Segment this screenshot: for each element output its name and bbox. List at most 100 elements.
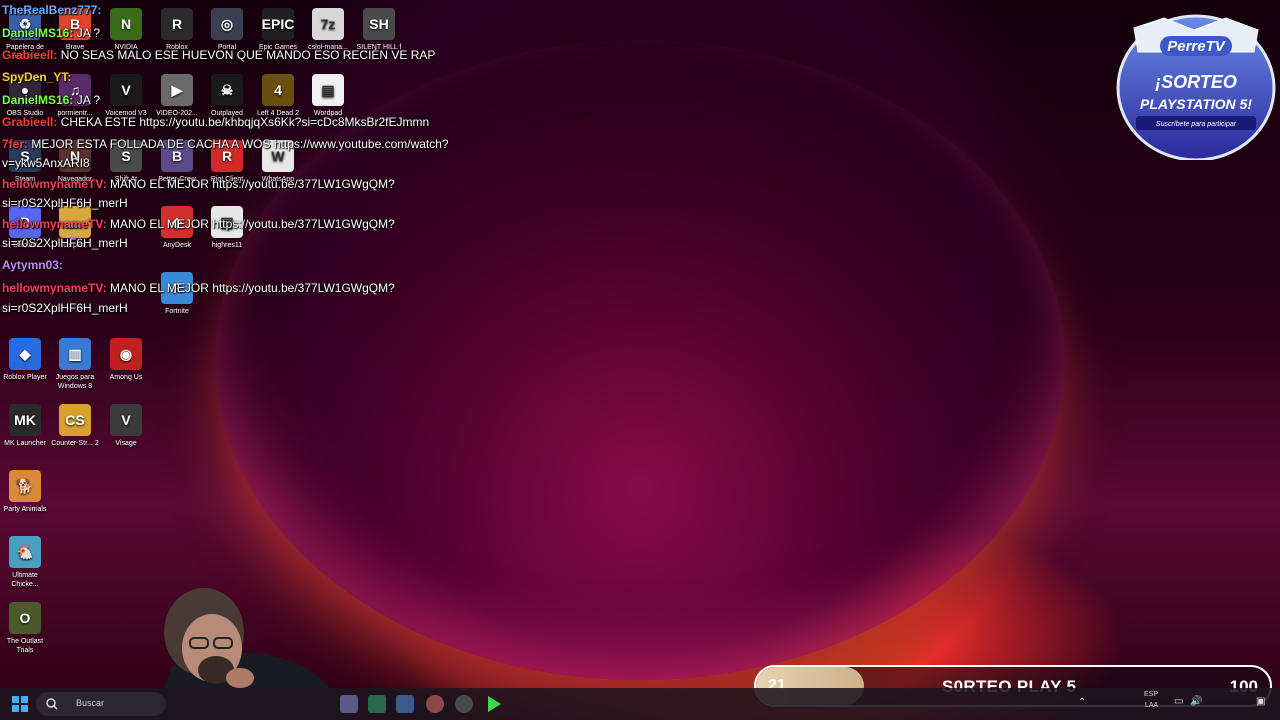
desktop-icon-portal[interactable]: ◎ Portal [202, 8, 252, 52]
desktop-icon-label: Fortnite [165, 308, 189, 315]
chat-text: MANO EL MEJOR https://youtu.be/377LW1GWg… [110, 177, 395, 191]
chat-username: TheRealBenz777: [2, 3, 102, 17]
video-icon: ▶ [161, 74, 193, 106]
desktop-icon-roblox[interactable]: R Roblox [152, 8, 202, 52]
party-icon: 🐕 [9, 470, 41, 502]
chat-text: NO SEAS MALO ESE HUEVON QUE MANDO ESO RE… [60, 48, 436, 62]
desktop-icon-amongus[interactable]: ◉ Among Us [101, 338, 151, 382]
chat-message: DanielMS16: JA ? [2, 93, 100, 107]
desktop-icon-label: AnyDesk [162, 242, 191, 249]
badge-sub: Suscríbete para participar [1156, 121, 1237, 128]
windows-start-icon[interactable] [12, 696, 28, 712]
badge-line2: PLAYSTATION 5! [1140, 96, 1252, 112]
nvidia-icon: N [110, 8, 142, 40]
desktop-icon-mk[interactable]: MK MK Launcher [0, 404, 50, 448]
chat-username: Grabieell: [2, 115, 61, 129]
desktop-icon-label: Visage [115, 440, 137, 447]
chat-username: hellowmynameTV: [2, 217, 111, 231]
desktop-icon-label: Party Animals [3, 506, 47, 513]
desktop-icon-voicemod[interactable]: V Voicemod V3 [101, 74, 151, 118]
taskbar-app-icon[interactable] [368, 695, 386, 713]
tray-chevron-up-icon[interactable]: ⌃ [1078, 697, 1086, 708]
chat-text: JA ? [76, 93, 101, 107]
visage-icon: V [110, 404, 142, 436]
desktop-icon-label: Counter-Str... 2 [51, 440, 99, 447]
wallpaper-glow [215, 40, 1065, 680]
chat-text: MANO EL MEJOR https://youtu.be/377LW1GWg… [110, 217, 395, 231]
chat-text: v=ykw5AnxARI8 [2, 156, 90, 170]
taskbar-app-icon[interactable] [340, 695, 358, 713]
chat-message: Aytymn03: [2, 258, 63, 272]
desktop-icon-7z[interactable]: 7z cslol-mana... [303, 8, 353, 52]
desktop-icon-nvidia[interactable]: N NVIDIA [101, 8, 151, 52]
tray-language[interactable]: ESP [1144, 691, 1158, 698]
desktop-icon-outlast[interactable]: O The Outlast Trials [0, 602, 50, 655]
desktop-icon-label: highres11 [211, 242, 243, 249]
7z-icon: 7z [312, 8, 344, 40]
desktop-icon-outplayed[interactable]: ☠ Outplayed [202, 74, 252, 118]
chat-message: TheRealBenz777: [2, 3, 101, 17]
tray-network-icon[interactable]: ▭ [1174, 696, 1183, 707]
desktop-icon-silent[interactable]: SH SILENT HILL f [354, 8, 404, 52]
desktop-icon-label: Ultimate Chicke... [11, 572, 39, 588]
chat-message: hellowmynameTV: MANO EL MEJOR https://yo… [2, 217, 395, 231]
search-placeholder: Buscar [76, 698, 105, 708]
chat-text: CHEKA ESTE https://youtu.be/khbqjqXs6Kk?… [60, 115, 430, 129]
taskbar-search[interactable]: Buscar [36, 692, 166, 716]
desktop-icon-cs2[interactable]: CS Counter-Str... 2 [50, 404, 100, 448]
chat-message: hellowmynameTV: MANO EL MEJOR https://yo… [2, 177, 395, 191]
roblox-icon: R [161, 8, 193, 40]
chat-message: si=r0S2XplHF6H_merH [2, 196, 128, 210]
chat-username: Aytymn03: [2, 258, 63, 272]
tray-volume-icon[interactable]: 🔊 [1190, 696, 1202, 707]
chat-username: hellowmynameTV: [2, 281, 111, 295]
l4d2-icon: 4 [262, 74, 294, 106]
robloxplayer-icon: ◆ [9, 338, 41, 370]
mk-icon: MK [9, 404, 41, 436]
chat-message: si=r0S2XplHF6H_merH [2, 236, 128, 250]
badge-line1: ¡SORTEO [1155, 72, 1237, 92]
taskbar-steam-icon[interactable] [396, 695, 414, 713]
desktop-icon-wordpad[interactable]: ▤ Wordpad [303, 74, 353, 118]
chat-text: JA ? [76, 26, 101, 40]
amongus-icon: ◉ [110, 338, 142, 370]
desktop-icon-video[interactable]: ▶ VIDEO-202... [152, 74, 202, 118]
taskbar-app-icon[interactable] [426, 695, 444, 713]
chat-username: DanielMS16: [2, 26, 77, 40]
chat-message: Grabieell: CHEKA ESTE https://youtu.be/k… [2, 115, 429, 129]
outplayed-icon: ☠ [211, 74, 243, 106]
chat-text: MANO EL MEJOR https://youtu.be/377LW1GWg… [110, 281, 395, 295]
tray-notification-icon[interactable]: ▣ [1256, 696, 1265, 707]
chat-text: si=r0S2XplHF6H_merH [2, 236, 128, 250]
desktop-icon-robloxplayer[interactable]: ◆ Roblox Player [0, 338, 50, 382]
badge-brand: PerreTV [1167, 38, 1227, 55]
chat-message: Grabieell: NO SEAS MALO ESE HUEVON QUE M… [2, 48, 435, 62]
chat-username: DanielMS16: [2, 93, 77, 107]
chat-username: hellowmynameTV: [2, 177, 111, 191]
desktop-icon-juegos[interactable]: ▥ Juegos para Windows 8 [50, 338, 100, 391]
chat-message: 7fer: MEJOR ESTA FOLLADA DE CACHA A WOS … [2, 137, 449, 151]
taskbar-obs-icon[interactable] [455, 695, 473, 713]
giveaway-badge: PerreTV ¡SORTEO PLAYSTATION 5! Suscríbet… [1116, 14, 1276, 160]
portal-icon: ◎ [211, 8, 243, 40]
juegos-icon: ▥ [59, 338, 91, 370]
desktop-icon-label: Juegos para Windows 8 [55, 374, 95, 390]
desktop-icon-chicken[interactable]: 🐔 Ultimate Chicke... [0, 536, 50, 589]
epic-icon: EPIC [262, 8, 294, 40]
chat-text: si=r0S2XplHF6H_merH [2, 196, 128, 210]
chicken-icon: 🐔 [9, 536, 41, 568]
desktop-icon-party[interactable]: 🐕 Party Animals [0, 470, 50, 514]
search-icon [46, 698, 58, 710]
desktop-icon-label: The Outlast Trials [6, 638, 44, 654]
chat-message: si=r0S2XplHF6H_merH [2, 301, 128, 315]
chat-username: Grabieell: [2, 48, 61, 62]
desktop-icon-l4d2[interactable]: 4 Left 4 Dead 2 [253, 74, 303, 118]
taskbar-play-icon[interactable] [486, 695, 502, 713]
chat-username: 7fer: [2, 137, 32, 151]
desktop-icon-visage[interactable]: V Visage [101, 404, 151, 448]
chat-text: si=r0S2XplHF6H_merH [2, 301, 128, 315]
desktop-icon-epic[interactable]: EPIC Epic Games [253, 8, 303, 52]
chat-message: DanielMS16: JA ? [2, 26, 100, 40]
wordpad-icon: ▤ [312, 74, 344, 106]
taskbar: Buscar ⌃ ESP LAA ▭ 🔊 ▣ [0, 688, 1280, 720]
